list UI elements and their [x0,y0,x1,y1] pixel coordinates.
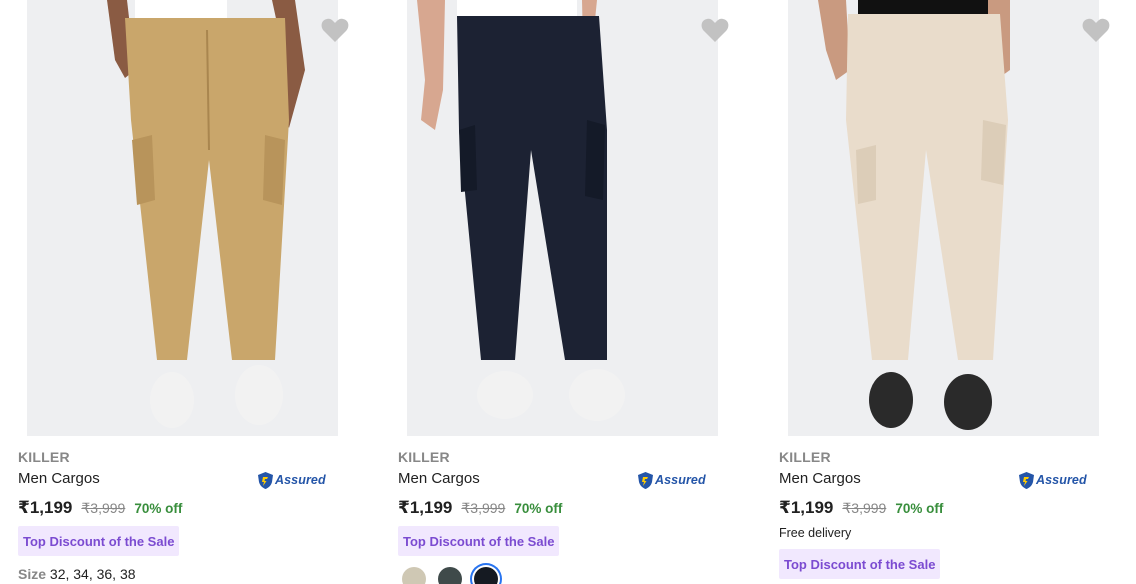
product-brand: KILLER [779,449,831,465]
product-card[interactable]: KILLER Men Cargos Assured ₹1,199 ₹3,999 … [398,0,738,584]
product-brand: KILLER [18,449,70,465]
product-image[interactable] [27,0,338,436]
assured-badge: Assured [1018,470,1087,490]
cargo-pants-photo [407,0,718,436]
wishlist-heart-icon[interactable] [700,16,730,46]
assured-label: Assured [655,473,706,487]
size-values: 32, 34, 36, 38 [49,566,136,582]
price-row: ₹1,199 ₹3,999 70% off [779,498,943,518]
shield-icon [1019,471,1034,489]
discount-percent: 70% off [514,501,563,516]
delivery-info: Free delivery [779,526,852,540]
size-list: Size 32, 34, 36, 38 [18,566,136,582]
assured-badge: Assured [637,470,706,490]
product-title[interactable]: Men Cargos [398,470,480,487]
product-card[interactable]: KILLER Men Cargos Assured ₹1,199 ₹3,999 … [779,0,1119,584]
selling-price: ₹1,199 [18,498,73,517]
assured-label: Assured [1036,473,1087,487]
wishlist-heart-icon[interactable] [320,16,350,46]
price-row: ₹1,199 ₹3,999 70% off [18,498,182,518]
cargo-pants-photo [27,0,338,436]
shield-icon [638,471,653,489]
cargo-pants-photo [788,0,1099,436]
product-title[interactable]: Men Cargos [779,470,861,487]
color-swatches [402,567,498,584]
wishlist-heart-icon[interactable] [1081,16,1111,46]
product-brand: KILLER [398,449,450,465]
product-card[interactable]: KILLER Men Cargos Assured ₹1,199 ₹3,999 … [18,0,358,584]
discount-percent: 70% off [895,501,944,516]
product-title[interactable]: Men Cargos [18,470,100,487]
original-price: ₹3,999 [81,500,126,516]
sale-tag: Top Discount of the Sale [398,526,560,556]
assured-badge: Assured [257,470,326,490]
original-price: ₹3,999 [461,500,506,516]
color-swatch[interactable] [402,567,426,584]
product-image[interactable] [407,0,718,436]
selling-price: ₹1,199 [398,498,453,517]
sale-tag: Top Discount of the Sale [779,549,941,579]
discount-percent: 70% off [134,501,183,516]
shield-icon [258,471,273,489]
sale-tag: Top Discount of the Sale [18,526,180,556]
color-swatch[interactable] [474,567,498,584]
color-swatch[interactable] [438,567,462,584]
original-price: ₹3,999 [842,500,887,516]
price-row: ₹1,199 ₹3,999 70% off [398,498,562,518]
product-image[interactable] [788,0,1099,436]
selling-price: ₹1,199 [779,498,834,517]
assured-label: Assured [275,473,326,487]
size-label: Size [18,566,47,582]
